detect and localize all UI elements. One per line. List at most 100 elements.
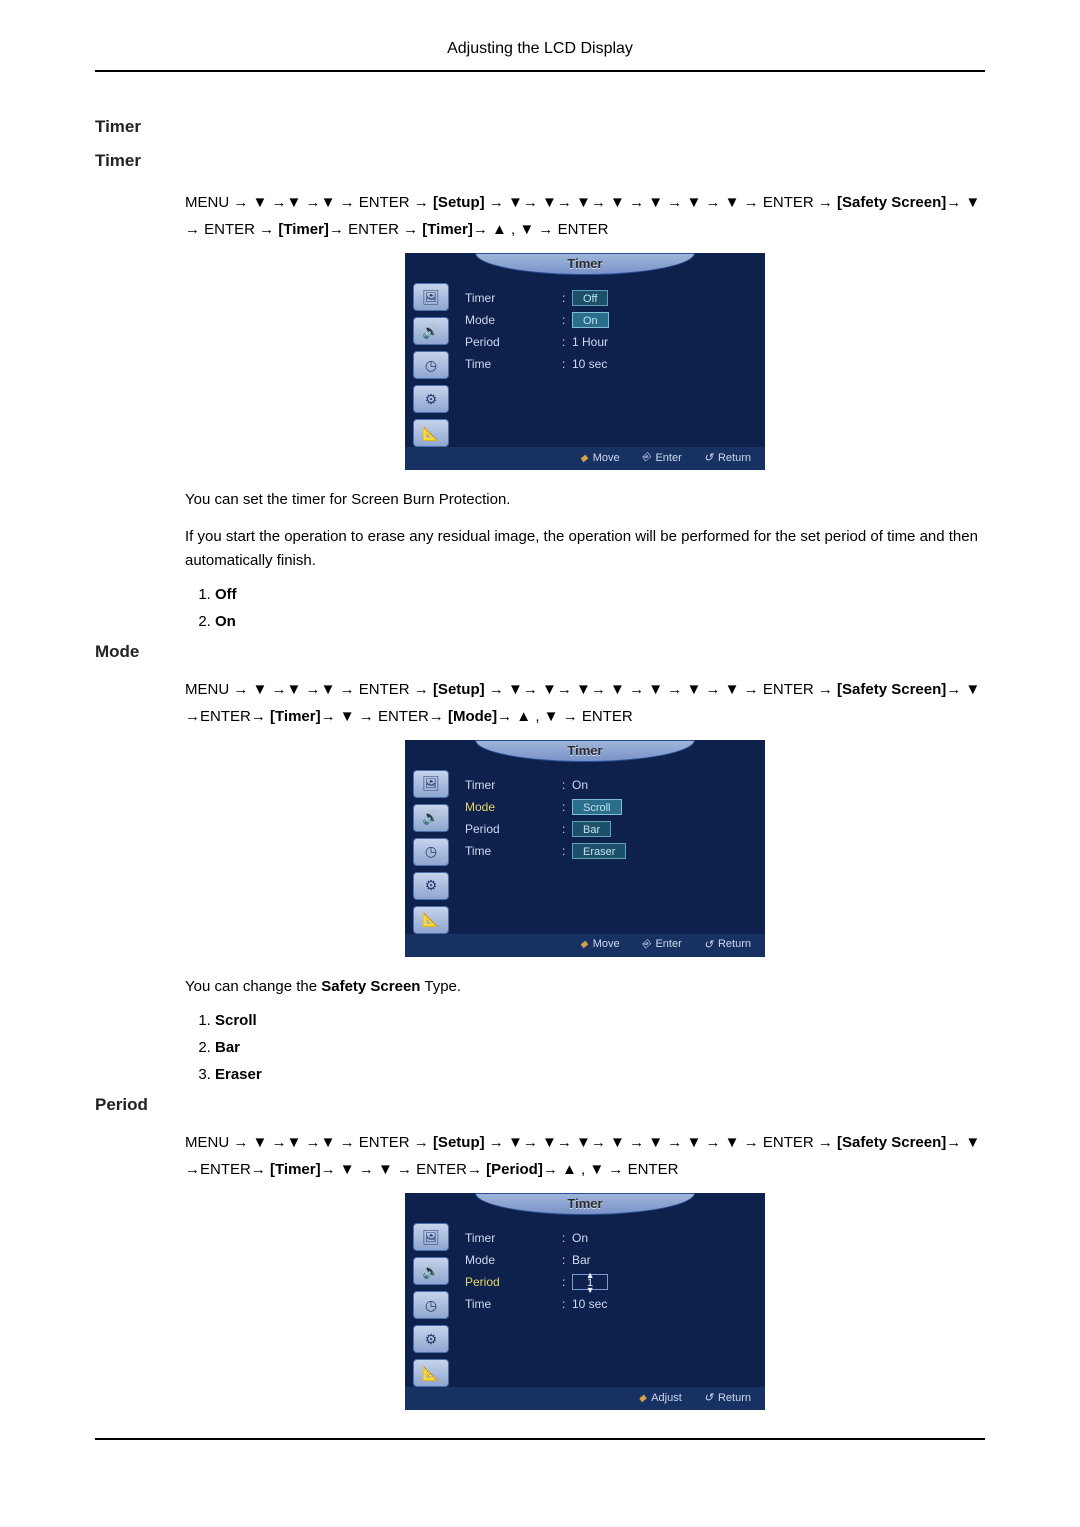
down-arrow-icon: ▼ (321, 1134, 336, 1151)
up-arrow-icon: ▲ (516, 708, 531, 725)
section-heading-period: Period (95, 1095, 985, 1115)
nav-text: →ENTER→ (185, 1161, 270, 1178)
nav-bracket-timer: [Timer] (270, 708, 321, 725)
enter-hint: Enter (642, 938, 682, 951)
adjust-icon: 📐 (413, 906, 449, 934)
nav-text: → (485, 681, 508, 698)
down-arrow-icon: ▼ (725, 681, 740, 698)
nav-bracket-period: [Period] (486, 1161, 543, 1178)
down-arrow-icon: ▼ (378, 1161, 393, 1178)
nav-text: → (321, 1161, 340, 1178)
nav-text: → (543, 1161, 562, 1178)
osd-footer: Move Enter Return (405, 934, 765, 957)
osd-sidebar: 🖼 🔊 ◷ ⚙ 📐 (405, 764, 457, 934)
nav-text: → ENTER (604, 1161, 678, 1178)
nav-bracket-safety: [Safety Screen] (837, 194, 946, 211)
osd-value: 10 sec (572, 1297, 607, 1311)
osd-title: Timer (405, 740, 765, 762)
nav-text: → ENTER→ (355, 708, 448, 725)
down-arrow-icon: ▼ (965, 1134, 980, 1151)
down-arrow-icon: ▼ (508, 194, 523, 211)
return-hint: Return (704, 1391, 751, 1404)
osd-menu-timer: Timer 🖼 🔊 ◷ ⚙ 📐 Timer:Off Mode:On Period… (405, 253, 765, 470)
down-arrow-icon: ▼ (253, 1134, 268, 1151)
osd-option-bar: Bar (572, 821, 611, 837)
osd-label: Time (457, 844, 562, 858)
nav-text: → (473, 221, 492, 238)
down-arrow-icon: ▼ (965, 681, 980, 698)
osd-option-off: Off (572, 290, 608, 306)
nav-text: MENU → (185, 194, 253, 211)
osd-menu-period: Timer 🖼 🔊 ◷ ⚙ 📐 Timer:On Mode:Bar Period… (405, 1193, 765, 1410)
clock-icon: ◷ (413, 1291, 449, 1319)
nav-text: → ENTER→ (393, 1161, 486, 1178)
down-arrow-icon: ▼ (287, 681, 302, 698)
nav-text: → (485, 1134, 508, 1151)
osd-value: Bar (572, 1253, 591, 1267)
nav-text: → (946, 1134, 965, 1151)
down-arrow-icon: ▼ (542, 194, 557, 211)
sound-icon: 🔊 (413, 804, 449, 832)
osd-value: 10 sec (572, 357, 607, 371)
nav-text: , (507, 221, 520, 238)
nav-text: → ENTER → (740, 681, 833, 698)
osd-value: 1 Hour (572, 335, 608, 349)
return-hint: Return (704, 938, 751, 951)
sound-icon: 🔊 (413, 317, 449, 345)
osd-label: Period (457, 1275, 562, 1289)
osd-option-scroll: Scroll (572, 799, 622, 815)
move-hint: Move (580, 451, 620, 464)
down-arrow-icon: ▼ (576, 1134, 591, 1151)
down-arrow-icon: ▼ (542, 1134, 557, 1151)
down-arrow-icon: ▼ (648, 681, 663, 698)
nav-text: MENU → (185, 1134, 253, 1151)
list-item: Bar (215, 1039, 985, 1056)
picture-icon: 🖼 (413, 283, 449, 311)
nav-text: → ENTER → (335, 1134, 433, 1151)
down-arrow-icon: ▼ (340, 708, 355, 725)
down-arrow-icon: ▼ (610, 681, 625, 698)
desc-text: You can set the timer for Screen Burn Pr… (185, 488, 985, 511)
down-arrow-icon: ▼ (508, 1134, 523, 1151)
gear-icon: ⚙ (413, 385, 449, 413)
nav-text: → ENTER → (335, 194, 433, 211)
osd-label: Period (457, 822, 562, 836)
osd-label: Timer (457, 778, 562, 792)
nav-bracket-timer: [Timer] (270, 1161, 321, 1178)
osd-option-eraser: Eraser (572, 843, 626, 859)
down-arrow-icon: ▼ (321, 194, 336, 211)
nav-bracket-timer: [Timer] (278, 221, 329, 238)
down-arrow-icon: ▼ (686, 681, 701, 698)
down-arrow-icon: ▼ (589, 1161, 604, 1178)
nav-bracket-mode: [Mode] (448, 708, 497, 725)
nav-text: → ENTER → (335, 681, 433, 698)
down-arrow-icon: ▼ (542, 681, 557, 698)
desc-text: If you start the operation to erase any … (185, 525, 985, 572)
nav-text: MENU → (185, 681, 253, 698)
down-arrow-icon: ▼ (340, 1161, 355, 1178)
nav-bracket-setup: [Setup] (433, 194, 485, 211)
down-arrow-icon: ▼ (648, 1134, 663, 1151)
osd-footer: Adjust Return (405, 1387, 765, 1410)
nav-text: → ENTER → (740, 194, 833, 211)
sound-icon: 🔊 (413, 1257, 449, 1285)
down-arrow-icon: ▼ (686, 194, 701, 211)
nav-text: → ENTER → (329, 221, 422, 238)
down-arrow-icon: ▼ (253, 681, 268, 698)
list-item: Off (215, 586, 985, 603)
return-hint: Return (704, 451, 751, 464)
enter-hint: Enter (642, 451, 682, 464)
osd-label: Timer (457, 291, 562, 305)
osd-label: Mode (457, 800, 562, 814)
section-subheading-timer: Timer (95, 151, 985, 171)
down-arrow-icon: ▼ (686, 1134, 701, 1151)
nav-text: →ENTER→ (185, 708, 270, 725)
list-item: Eraser (215, 1066, 985, 1083)
move-hint: Move (580, 938, 620, 951)
chevron-down-icon: ▼ (586, 1282, 595, 1298)
osd-footer: Move Enter Return (405, 447, 765, 470)
down-arrow-icon: ▼ (725, 194, 740, 211)
osd-title: Timer (405, 1193, 765, 1215)
nav-sequence-timer: MENU → ▼ →▼ →▼ → ENTER → [Setup] → ▼→ ▼→… (185, 189, 985, 243)
down-arrow-icon: ▼ (321, 681, 336, 698)
